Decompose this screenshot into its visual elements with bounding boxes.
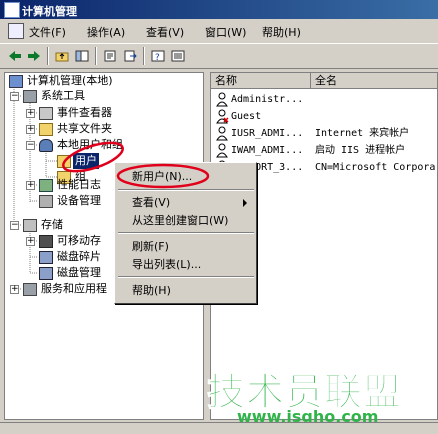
folder-icon <box>57 155 71 168</box>
title-bar: 计算机管理 <box>0 0 438 19</box>
collapse-icon[interactable]: − <box>10 92 19 101</box>
menu-separator <box>118 232 254 234</box>
computer-icon <box>9 75 23 88</box>
details-view-icon[interactable] <box>169 47 187 65</box>
svg-text:?: ? <box>155 53 160 62</box>
toolbar: ? <box>0 43 438 69</box>
defrag-icon <box>39 251 53 264</box>
tree-label: 计算机管理(本地) <box>27 74 113 87</box>
toolbar-separator <box>47 47 49 65</box>
list-item[interactable]: IWAM_ADMI... 启动 IIS 进程帐户 <box>211 142 437 159</box>
up-folder-icon[interactable] <box>53 47 71 65</box>
tree-label: 可移动存 <box>57 234 101 247</box>
tree-label: 性能日志 <box>57 178 101 191</box>
user-name: IWAM_ADMI... <box>231 145 304 156</box>
tree-label: 事件查看器 <box>57 106 112 119</box>
column-header-name[interactable]: 名称 <box>211 73 311 89</box>
column-header-fullname[interactable]: 全名 <box>311 73 437 89</box>
user-name: Guest <box>231 111 262 122</box>
back-icon[interactable] <box>6 47 24 65</box>
app-menu-icon[interactable] <box>8 23 24 39</box>
tree-label: 共享文件夹 <box>57 122 112 135</box>
menu-item-view[interactable]: 查看(V) <box>132 194 170 211</box>
device-manager-icon <box>39 195 53 208</box>
list-item[interactable]: Guest <box>211 108 437 125</box>
export-icon[interactable] <box>121 47 139 65</box>
menu-item-new-window[interactable]: 从这里创建窗口(W) <box>132 212 228 229</box>
user-fullname: 启动 IIS 进程帐户 <box>315 145 406 156</box>
tree-label: 磁盘碎片 <box>57 250 101 263</box>
expand-icon[interactable]: + <box>26 181 35 190</box>
expand-icon[interactable]: + <box>26 109 35 118</box>
expand-icon[interactable]: + <box>26 125 35 134</box>
menu-view[interactable]: 查看(V) <box>146 24 184 40</box>
tree-label: 磁盘管理 <box>57 266 101 279</box>
menu-file[interactable]: 文件(F) <box>29 24 66 40</box>
tools-icon <box>23 90 37 103</box>
window-title: 计算机管理 <box>22 5 77 18</box>
status-bar <box>0 422 438 434</box>
menu-item-new-user[interactable]: 新用户(N)... <box>132 168 192 185</box>
shared-folder-icon <box>39 123 53 136</box>
menu-help[interactable]: 帮助(H) <box>262 24 301 40</box>
services-icon <box>23 283 37 296</box>
properties-icon[interactable] <box>101 47 119 65</box>
collapse-icon[interactable]: − <box>10 221 19 230</box>
menu-item-export-list[interactable]: 导出列表(L)... <box>132 256 201 273</box>
submenu-arrow-icon <box>243 199 247 207</box>
tree-label: 系统工具 <box>41 89 85 102</box>
user-fullname: Internet 来宾帐户 <box>315 128 410 139</box>
forward-icon[interactable] <box>25 47 43 65</box>
list-item[interactable]: Administr... <box>211 91 437 108</box>
users-group-icon <box>39 139 53 152</box>
show-hide-tree-icon[interactable] <box>73 47 91 65</box>
context-menu: 新用户(N)... 查看(V) 从这里创建窗口(W) 刷新(F) 导出列表(L)… <box>114 162 257 304</box>
user-fullname: CN=Microsoft Corpora... <box>315 162 437 173</box>
user-icon <box>216 143 228 158</box>
menu-action[interactable]: 操作(A) <box>87 24 125 40</box>
menu-window[interactable]: 窗口(W) <box>205 24 246 40</box>
menu-item-help[interactable]: 帮助(H) <box>132 282 171 299</box>
menu-item-refresh[interactable]: 刷新(F) <box>132 238 169 255</box>
tree-label: 用户 <box>73 153 99 169</box>
expand-icon[interactable]: + <box>10 285 19 294</box>
menu-separator <box>118 276 254 278</box>
user-icon <box>216 109 229 124</box>
storage-icon <box>23 219 37 232</box>
collapse-icon[interactable]: − <box>26 141 35 150</box>
event-viewer-icon <box>39 107 53 120</box>
user-name: Administr... <box>231 94 304 105</box>
tree-label: 服务和应用程 <box>41 282 107 295</box>
tree-label: 本地用户和组 <box>57 138 123 151</box>
toolbar-separator <box>95 47 97 65</box>
toolbar-separator <box>143 47 145 65</box>
menu-bar: 文件(F) 操作(A) 查看(V) 窗口(W) 帮助(H) <box>0 19 438 43</box>
user-name: IUSR_ADMI... <box>231 128 304 139</box>
user-icon <box>216 126 228 141</box>
expand-icon[interactable]: + <box>26 237 35 246</box>
performance-icon <box>39 179 53 192</box>
list-item[interactable]: IUSR_ADMI... Internet 来宾帐户 <box>211 125 437 142</box>
help-icon[interactable]: ? <box>149 47 167 65</box>
disk-management-icon <box>39 267 53 280</box>
tree-label: 设备管理 <box>57 194 101 207</box>
menu-separator <box>118 189 254 191</box>
tree-label: 存储 <box>41 218 63 231</box>
user-icon <box>216 92 228 107</box>
computer-management-icon <box>4 2 20 18</box>
removable-storage-icon <box>39 235 53 248</box>
